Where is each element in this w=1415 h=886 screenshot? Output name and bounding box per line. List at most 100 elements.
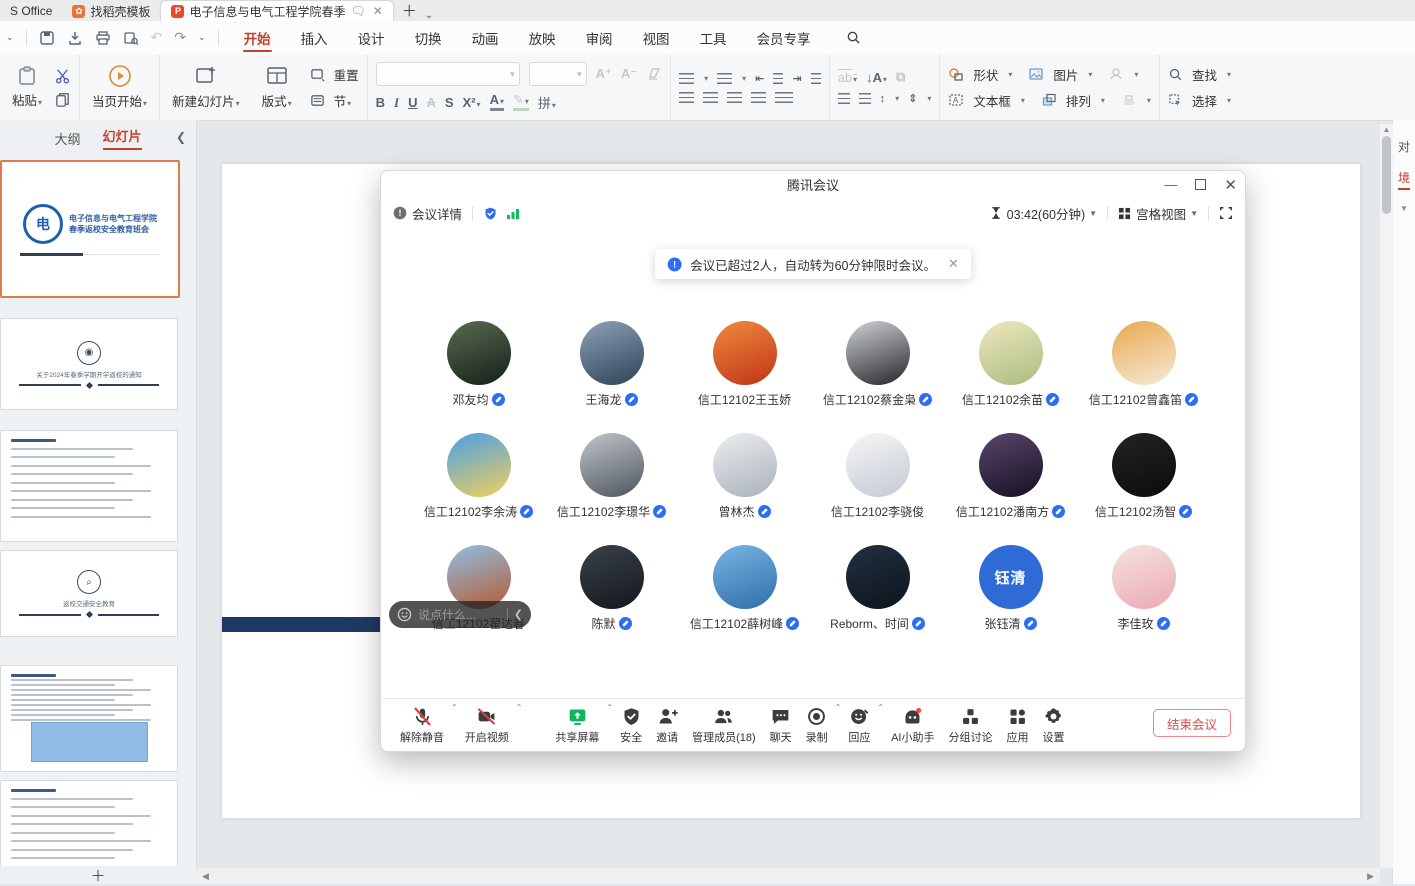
maximize-button[interactable]	[1195, 179, 1206, 190]
toolbar-mic-off[interactable]: 解除静音	[393, 706, 451, 745]
find-button[interactable]: 查找▾	[1168, 65, 1231, 84]
window-tab-0[interactable]: S Office	[0, 1, 62, 21]
ribbon-tab-工具[interactable]: 工具	[685, 21, 742, 54]
clear-format-icon[interactable]	[646, 66, 662, 82]
emoji-icon[interactable]	[397, 607, 412, 622]
participant-avatar[interactable]	[713, 321, 777, 385]
slide-thumbnail-5[interactable]	[0, 665, 178, 772]
ribbon-tab-会员专享[interactable]: 会员专享	[742, 21, 826, 54]
ribbon-tab-插入[interactable]: 插入	[286, 21, 343, 54]
network-signal-icon[interactable]	[506, 207, 520, 220]
align-objects-button[interactable]: ⇕▾	[908, 92, 931, 105]
view-caret-icon[interactable]: ▼	[1190, 209, 1198, 218]
tab-close-icon[interactable]: ✕	[373, 4, 383, 18]
end-meeting-button[interactable]: 结束会议	[1153, 709, 1231, 737]
collapse-chat-icon[interactable]: ❮	[514, 608, 523, 621]
slide-thumbnail-3[interactable]	[0, 430, 178, 542]
arrange-button[interactable]: 排列▾	[1041, 91, 1105, 110]
toolbar-invite[interactable]: 邀请	[649, 706, 685, 745]
tab-slides[interactable]: 幻灯片	[103, 126, 142, 150]
chat-input-placeholder[interactable]: 说点什么...	[418, 606, 501, 623]
participant-avatar[interactable]	[979, 321, 1043, 385]
ribbon-tab-审阅[interactable]: 审阅	[571, 21, 628, 54]
toolbar-caret-icon[interactable]: ⌃	[606, 703, 613, 712]
char-border-button[interactable]: ab▾	[838, 70, 857, 85]
toolbar-settings[interactable]: 设置	[1035, 706, 1071, 745]
participant-avatar[interactable]	[713, 433, 777, 497]
toolbar-record[interactable]: 录制	[799, 706, 835, 745]
strike-a-button[interactable]: A	[426, 95, 435, 110]
meeting-details-link[interactable]: 会议详情	[412, 204, 462, 223]
slide-thumbnail-4[interactable]: ⌕返校交通安全教育	[0, 550, 178, 637]
security-shield-icon[interactable]	[483, 206, 498, 221]
close-button[interactable]: ✕	[1224, 176, 1237, 194]
add-slide-button[interactable]: ＋	[0, 866, 196, 884]
new-tab-button[interactable]: ＋	[394, 0, 425, 21]
toolbar-cam-off[interactable]: 开启视频	[458, 706, 516, 745]
minimize-button[interactable]: —	[1164, 177, 1177, 192]
quick-chat-bar[interactable]: 说点什么... ❮	[389, 601, 531, 628]
participant-avatar[interactable]	[1112, 321, 1176, 385]
participant-avatar[interactable]	[846, 545, 910, 609]
highlight-color-button[interactable]: ✎▾	[513, 94, 529, 111]
participant-avatar[interactable]	[447, 321, 511, 385]
tab-list-caret-icon[interactable]: ⌄	[425, 10, 433, 21]
select-button[interactable]: 选择▾	[1168, 91, 1231, 110]
phonetic-guide-button[interactable]: 拼▾	[538, 93, 556, 112]
ribbon-tab-开始[interactable]: 开始	[229, 21, 286, 54]
right-task-pane-strip[interactable]: 对 境 ▼	[1392, 120, 1415, 884]
scroll-right-icon[interactable]: ▶	[1367, 871, 1374, 882]
collapse-panel-icon[interactable]: ❮	[176, 130, 186, 144]
font-color-button[interactable]: A▾	[490, 94, 504, 111]
toolbar-breakout[interactable]: 分组讨论	[941, 706, 999, 745]
cut-button[interactable]	[54, 67, 71, 84]
toolbar-shield[interactable]: 安全	[613, 706, 649, 745]
timer-caret-icon[interactable]: ▼	[1089, 209, 1097, 218]
participant-avatar[interactable]	[580, 433, 644, 497]
participant-avatar[interactable]	[979, 433, 1043, 497]
ribbon-tab-切换[interactable]: 切换	[400, 21, 457, 54]
save-icon[interactable]	[39, 30, 55, 46]
numbered-list-button[interactable]: ▾	[717, 73, 746, 84]
play-current-button[interactable]: 当页开始▾	[88, 64, 151, 110]
increase-font-icon[interactable]: A⁺	[596, 66, 612, 82]
vertical-scrollbar[interactable]: ▲	[1380, 124, 1393, 868]
toolbar-caret-icon[interactable]: ⌃	[451, 703, 458, 712]
toolbar-caret-icon[interactable]: ⌃	[835, 703, 842, 712]
bold-button[interactable]: B	[376, 95, 385, 110]
slide-thumbnail-2[interactable]: ◉关于2024年春季学期开学返校的通知	[0, 318, 178, 410]
paste-button[interactable]: 粘贴▾	[8, 65, 46, 109]
toolbar-share[interactable]: 共享屏幕	[548, 706, 606, 745]
section-button[interactable]: 节▾	[310, 91, 352, 110]
shapes-button[interactable]: 形状▾	[948, 65, 1012, 84]
superscript-button[interactable]: X²▾	[463, 95, 481, 110]
participant-avatar[interactable]	[1112, 545, 1176, 609]
participant-avatar[interactable]	[846, 321, 910, 385]
underline-button[interactable]: U	[408, 95, 417, 110]
print-preview-icon[interactable]	[123, 30, 139, 46]
toolbar-caret-icon[interactable]: ⌃	[877, 703, 884, 712]
participant-avatar[interactable]	[580, 545, 644, 609]
output-icon[interactable]	[67, 30, 83, 46]
textbox-button[interactable]: A文本框▾	[948, 91, 1025, 110]
convert-text-button[interactable]: ⧉	[896, 69, 905, 85]
search-icon[interactable]	[846, 30, 861, 45]
participant-avatar[interactable]: 钰清	[979, 545, 1043, 609]
strikethrough-button[interactable]: S	[445, 95, 454, 110]
increase-indent-button[interactable]: ⇥	[792, 72, 820, 85]
view-mode-select[interactable]: 宫格视图	[1136, 204, 1186, 223]
slide-thumbnail-1[interactable]: 电电子信息与电气工程学院春季返校安全教育班会	[0, 160, 180, 298]
reset-button[interactable]: 重置	[310, 65, 359, 84]
new-slide-button[interactable]: 新建幻灯片▾	[168, 64, 244, 110]
toolbar-caret-icon[interactable]: ⌄	[198, 32, 206, 43]
print-icon[interactable]	[95, 30, 111, 46]
italic-button[interactable]: I	[394, 95, 399, 111]
scrollbar-thumb[interactable]	[1382, 136, 1391, 214]
ribbon-tab-动画[interactable]: 动画	[457, 21, 514, 54]
row-spacing-loose-button[interactable]	[859, 93, 871, 104]
justify-button[interactable]	[751, 92, 766, 103]
tab-outline[interactable]: 大纲	[54, 129, 80, 148]
layout-button[interactable]: 版式▾	[258, 64, 296, 110]
meeting-titlebar[interactable]: 腾讯会议	[381, 171, 1245, 198]
scroll-left-icon[interactable]: ◀	[202, 871, 209, 882]
